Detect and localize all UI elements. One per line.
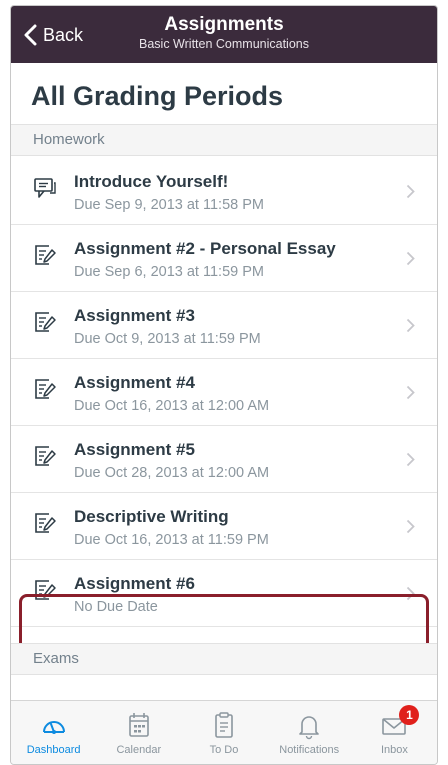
tab-label: To Do [209,744,239,756]
assignment-title: Assignment #3 [74,306,195,325]
assignment-icon [35,312,56,332]
assignment-icon [35,446,56,466]
app-window: Back Assignments Basic Written Communica… [10,5,438,765]
assignment-row[interactable]: Assignment #6 No Due Date [11,560,437,627]
assignment-row[interactable]: Introduce Yourself! Due Sep 9, 2013 at 1… [11,158,437,225]
tab-inbox[interactable]: 1 Inbox [352,701,437,764]
assignment-icon [35,580,56,600]
navigation-bar: Back Assignments Basic Written Communica… [11,6,437,63]
assignment-title: Descriptive Writing [74,507,229,526]
assignment-row[interactable]: Descriptive Writing Due Oct 16, 2013 at … [11,493,437,560]
page-title: All Grading Periods [31,81,284,111]
assignment-due: No Due Date [74,599,158,615]
section-header-exams: Exams [11,643,437,675]
tab-label: Notifications [279,744,340,756]
assignment-title: Introduce Yourself! [74,172,229,191]
assignment-title: Assignment #2 - Personal Essay [74,239,336,258]
assignment-list: Introduce Yourself! Due Sep 9, 2013 at 1… [11,158,437,627]
nav-title: Assignments [164,14,284,35]
discussion-icon [34,178,56,198]
assignment-row[interactable]: Assignment #2 - Personal Essay Due Sep 6… [11,225,437,292]
tab-calendar[interactable]: Calendar [96,701,181,764]
tab-dashboard[interactable]: Dashboard [11,701,96,764]
tab-label: Dashboard [26,744,81,756]
nav-subtitle: Basic Written Communications [139,37,309,51]
inbox-badge: 1 [399,705,420,725]
chevron-right-icon [406,586,415,601]
chevron-right-icon [406,318,415,333]
assignment-icon [35,245,56,265]
bell-icon [299,716,320,740]
assignment-title: Assignment #4 [74,373,195,392]
assignment-due: Due Sep 6, 2013 at 11:59 PM [74,264,264,280]
assignment-due: Due Oct 16, 2013 at 12:00 AM [74,398,270,414]
tab-label: Inbox [380,744,408,756]
assignment-due: Due Oct 16, 2013 at 11:59 PM [74,532,269,548]
tab-bar: Dashboard Calendar To Do Notifications 1… [11,700,437,764]
assignment-row[interactable]: Assignment #4 Due Oct 16, 2013 at 12:00 … [11,359,437,426]
todo-icon [215,712,233,738]
assignment-title: Assignment #6 [74,574,195,593]
chevron-right-icon [406,184,415,199]
chevron-right-icon [406,385,415,400]
assignment-due: Due Sep 9, 2013 at 11:58 PM [74,197,264,213]
chevron-right-icon [406,519,415,534]
chevron-right-icon [406,452,415,467]
nav-titles: Assignments Basic Written Communications [11,14,437,52]
calendar-icon [128,713,149,737]
assignment-due: Due Oct 9, 2013 at 11:59 PM [74,331,261,347]
tab-todo[interactable]: To Do [181,701,266,764]
tab-label: Calendar [116,744,162,756]
assignment-icon [35,379,56,399]
dashboard-icon [42,721,65,734]
assignment-icon [35,513,56,533]
tab-notifications[interactable]: Notifications [267,701,352,764]
assignment-row[interactable]: Assignment #3 Due Oct 9, 2013 at 11:59 P… [11,292,437,359]
assignment-due: Due Oct 28, 2013 at 12:00 AM [74,465,270,481]
chevron-right-icon [406,251,415,266]
section-header-homework: Homework [11,124,437,156]
assignment-title: Assignment #5 [74,440,195,459]
assignment-row[interactable]: Assignment #5 Due Oct 28, 2013 at 12:00 … [11,426,437,493]
